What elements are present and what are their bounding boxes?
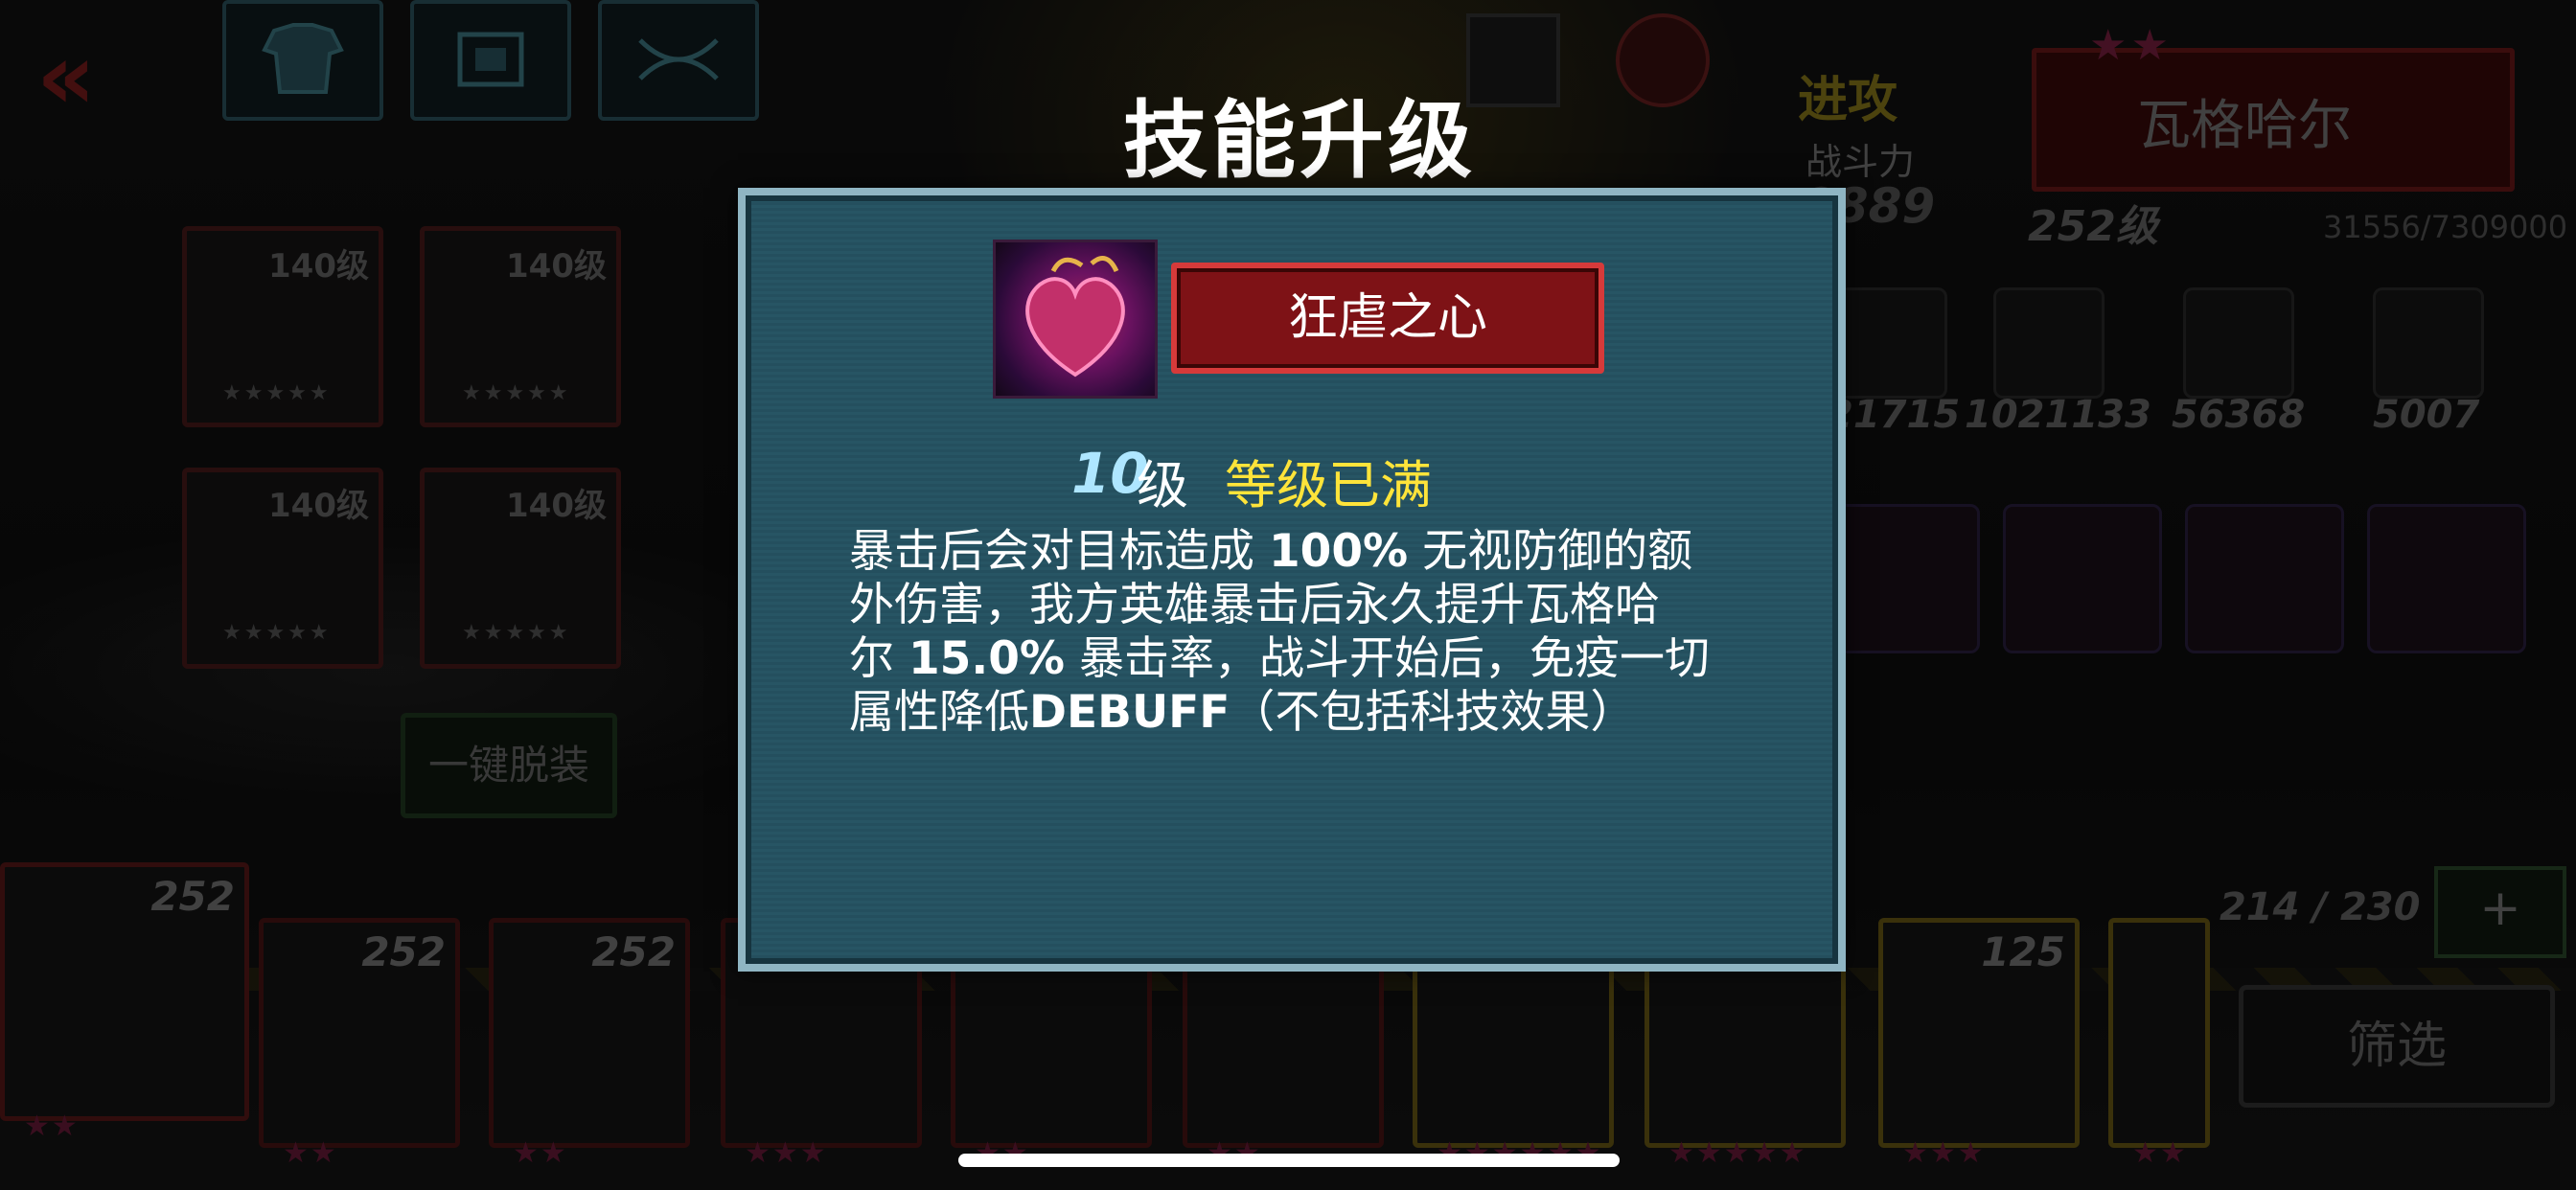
skill-level-unit: 级 xyxy=(1137,455,1188,515)
skill-level-status: 等级已满 xyxy=(1225,455,1432,515)
desc-line-1: 暴击后会对目标造成 100% 无视防御的额 xyxy=(849,525,1693,578)
modal-title: 技能升级 xyxy=(1123,91,1477,190)
desc-line-4: 属性降低DEBUFF（不包括科技效果） xyxy=(849,686,1636,739)
skill-name: 狂虐之心 xyxy=(1287,289,1487,347)
desc-line-2: 外伤害，我方英雄暴击后永久提升瓦格哈 xyxy=(849,579,1660,631)
home-indicator[interactable] xyxy=(958,1154,1620,1167)
skill-heart-icon xyxy=(993,240,1158,399)
desc-line-3: 尔 15.0% 暴击率，战斗开始后，免疫一切 xyxy=(849,632,1710,685)
skill-description: 暴击后会对目标造成 100% 无视防御的额 外伤害，我方英雄暴击后永久提升瓦格哈… xyxy=(849,525,1750,740)
